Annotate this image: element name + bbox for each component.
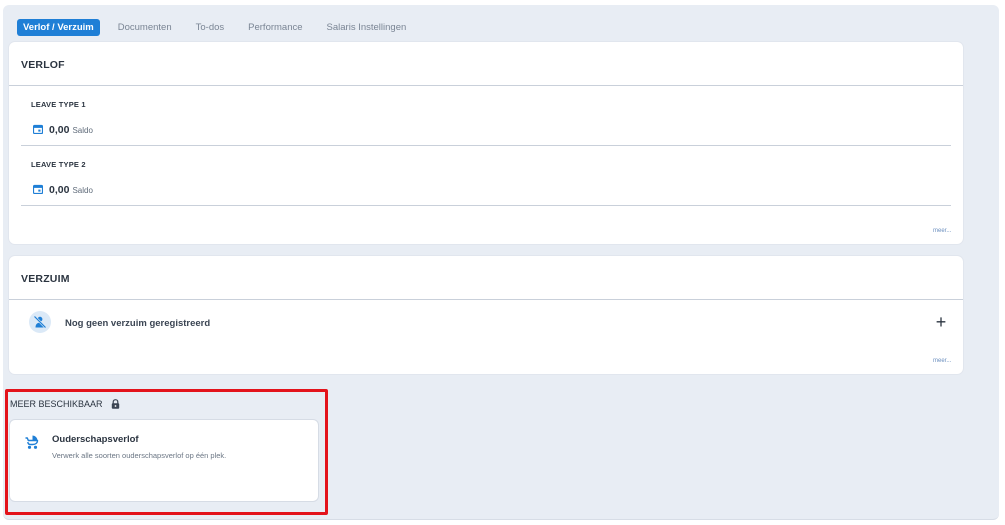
tab-performance[interactable]: Performance [248,22,302,33]
calendar-icon [33,124,43,134]
tab-bar: Verlof / Verzuim Documenten To-dos Perfo… [17,18,430,36]
verlof-card: VERLOF LEAVE TYPE 1 0,00 Saldo LEAVE TYP… [9,42,963,244]
leave-type-2-label: LEAVE TYPE 2 [31,160,86,169]
tab-todos[interactable]: To-dos [196,22,225,33]
leave-type-1-balance: 0,00 Saldo [33,123,93,136]
no-absence-icon-wrap [29,311,51,333]
no-sick-person-icon [33,315,47,329]
leave-type-1-label: LEAVE TYPE 1 [31,100,86,109]
tab-verlof-verzuim[interactable]: Verlof / Verzuim [17,18,100,36]
divider [9,85,963,86]
leave-type-1-value: 0,00 [49,124,70,136]
leave-type-2-value: 0,00 [49,184,70,196]
verlof-more-link[interactable]: meer... [933,228,951,234]
divider [21,145,951,146]
meer-beschikbaar-title: MEER BESCHIKBAAR [10,399,103,409]
meer-beschikbaar-heading: MEER BESCHIKBAAR [10,399,120,409]
divider [9,299,963,300]
leave-type-1-unit: Saldo [72,126,93,135]
ouderschapsverlof-card[interactable]: Ouderschapsverlof Verwerk alle soorten o… [10,420,318,501]
stroller-icon [25,435,39,449]
verlof-title: VERLOF [21,59,65,71]
feature-description: Verwerk alle soorten ouderschapsverlof o… [52,451,227,460]
add-absence-button[interactable]: + [933,313,949,331]
leave-type-2-balance: 0,00 Saldo [33,183,93,196]
no-absence-text: Nog geen verzuim geregistreerd [65,318,211,329]
feature-title: Ouderschapsverlof [52,434,139,445]
leave-type-2-unit: Saldo [72,186,93,195]
verzuim-title: VERZUIM [21,273,70,285]
calendar-icon [33,184,43,194]
verzuim-card: VERZUIM Nog geen verzuim geregistreerd +… [9,256,963,374]
lock-icon [111,399,119,409]
tab-documenten[interactable]: Documenten [118,22,172,33]
verzuim-more-link[interactable]: meer... [933,358,951,364]
tab-salaris-instellingen[interactable]: Salaris Instellingen [327,22,407,33]
divider [21,205,951,206]
